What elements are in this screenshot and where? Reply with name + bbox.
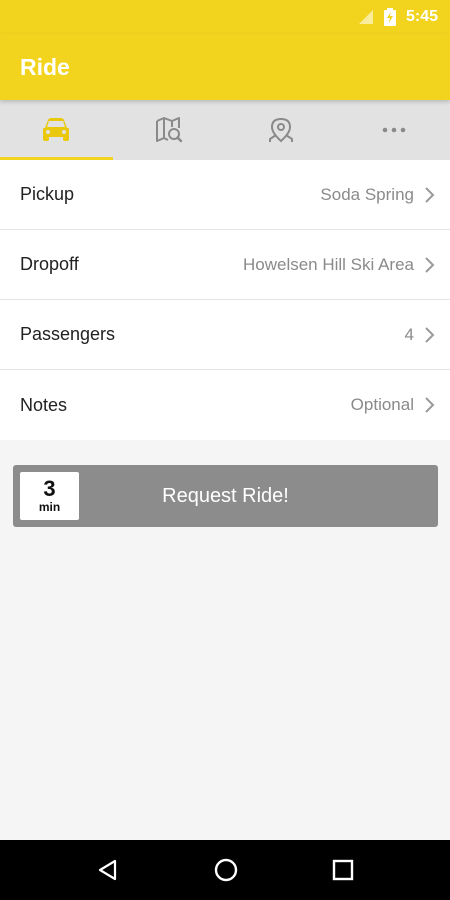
dropoff-value: Howelsen Hill Ski Area	[242, 254, 414, 274]
tab-more[interactable]	[338, 100, 450, 160]
notes-row[interactable]: Notes Optional	[0, 370, 450, 440]
notes-value: Optional	[350, 395, 414, 414]
passengers-value: 4	[404, 324, 414, 344]
pickup-label: Pickup	[20, 184, 75, 204]
chevron-right-icon	[425, 256, 435, 273]
dropoff-label: Dropoff	[20, 254, 79, 274]
eta-badge: 3 min	[20, 472, 79, 520]
system-nav-bar	[0, 840, 450, 900]
tab-ride[interactable]	[0, 100, 113, 160]
recents-icon[interactable]	[332, 859, 354, 881]
passengers-label: Passengers	[20, 324, 116, 344]
status-time: 5:45	[405, 8, 438, 25]
dropoff-row[interactable]: Dropoff Howelsen Hill Ski Area	[0, 230, 450, 300]
back-icon[interactable]	[96, 858, 120, 882]
passengers-row[interactable]: Passengers 4	[0, 300, 450, 370]
request-ride-button[interactable]: 3 min Request Ride!	[13, 465, 438, 527]
eta-value: 3	[43, 476, 56, 501]
pickup-row[interactable]: Pickup Soda Spring	[0, 160, 450, 230]
map-search-icon	[155, 117, 182, 143]
home-icon[interactable]	[213, 857, 239, 883]
location-pin-icon	[269, 117, 294, 143]
page-title: Ride	[20, 53, 70, 80]
tab-bar	[0, 100, 450, 160]
tab-map-search[interactable]	[113, 100, 226, 160]
app-bar: Ride	[0, 34, 450, 100]
chevron-right-icon	[425, 397, 435, 413]
status-bar: 5:45	[0, 0, 450, 34]
more-icon	[382, 127, 406, 133]
chevron-right-icon	[425, 186, 435, 203]
ride-form: Pickup Soda Spring Dropoff Howelsen Hill…	[0, 160, 450, 440]
signal-icon	[358, 10, 373, 24]
pickup-value: Soda Spring	[320, 184, 414, 204]
notes-label: Notes	[20, 394, 68, 415]
battery-icon	[383, 8, 396, 26]
tab-location[interactable]	[225, 100, 338, 160]
car-icon	[43, 118, 70, 141]
eta-unit: min	[38, 500, 61, 514]
chevron-right-icon	[425, 326, 435, 343]
